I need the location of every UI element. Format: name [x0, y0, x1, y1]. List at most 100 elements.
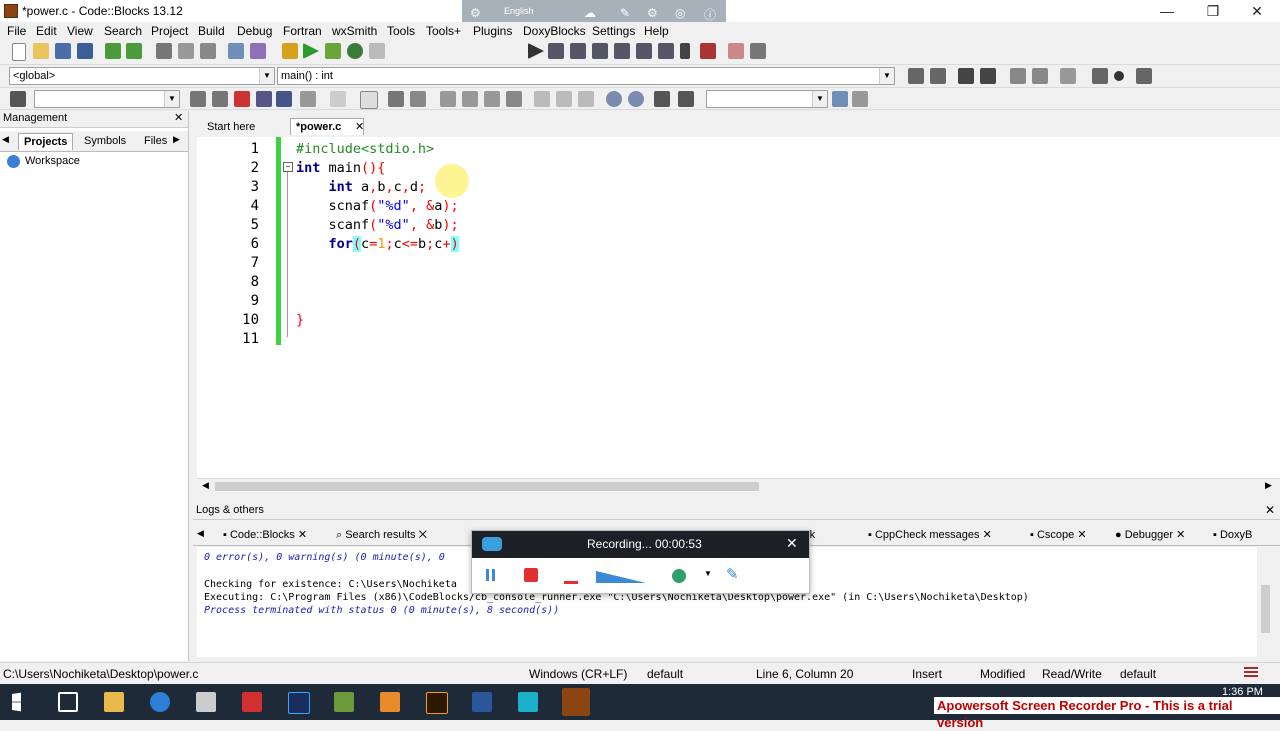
- app-teal-icon[interactable]: [518, 692, 538, 712]
- debug-info-icon[interactable]: [750, 43, 766, 59]
- dropdown-arrow-icon[interactable]: ▼: [704, 569, 712, 578]
- find-symbol-icon[interactable]: [832, 91, 848, 107]
- gear-icon[interactable]: ⚙: [647, 6, 658, 20]
- info-icon[interactable]: ⓘ: [704, 6, 716, 23]
- code-editor[interactable]: 1 2 3 4 5 6 7 8 9 10 11 − #include<stdio…: [197, 137, 1280, 478]
- cursor-icon[interactable]: [330, 91, 346, 107]
- tab-search-results[interactable]: ⌕ Search results ✕: [331, 527, 432, 543]
- menu-wxsmith[interactable]: wxSmith: [332, 24, 377, 38]
- select-icon[interactable]: [256, 91, 272, 107]
- back-icon[interactable]: [190, 91, 206, 107]
- box-icon[interactable]: [534, 91, 550, 107]
- workspace-node[interactable]: Workspace: [25, 155, 80, 167]
- store-icon[interactable]: [196, 692, 216, 712]
- tab-scroll-left-icon[interactable]: ◀: [2, 134, 9, 145]
- cut-icon[interactable]: [156, 43, 172, 59]
- case-icon[interactable]: [678, 91, 694, 107]
- find-icon[interactable]: [228, 43, 244, 59]
- prev-bookmark-icon[interactable]: [1092, 68, 1108, 84]
- tab-cscope[interactable]: ▪ Cscope ✕: [1025, 527, 1092, 543]
- align-full-icon[interactable]: [506, 91, 522, 107]
- word-icon[interactable]: [472, 692, 492, 712]
- align-center-icon[interactable]: [462, 91, 478, 107]
- scroll-thumb[interactable]: [1261, 585, 1270, 633]
- new-file-icon[interactable]: [12, 43, 26, 61]
- function-select[interactable]: main() : int ▼: [277, 67, 895, 85]
- menu-tools[interactable]: Tools: [387, 24, 415, 38]
- link-icon[interactable]: ◎: [675, 6, 685, 20]
- scroll-left-icon[interactable]: ◀: [202, 480, 209, 491]
- debug-continue-icon[interactable]: [528, 43, 544, 59]
- scroll-thumb[interactable]: [215, 482, 759, 491]
- toggle-bookmark-icon[interactable]: [1114, 71, 1124, 81]
- jump-icon[interactable]: [908, 68, 924, 84]
- build-and-run-icon[interactable]: [325, 43, 341, 59]
- illustrator-icon[interactable]: [426, 692, 448, 714]
- save-all-icon[interactable]: [77, 43, 93, 59]
- save-icon[interactable]: [55, 43, 71, 59]
- highlight-icon[interactable]: [234, 91, 250, 107]
- menu-settings[interactable]: Settings: [592, 24, 635, 38]
- notepadpp-icon[interactable]: [334, 692, 354, 712]
- search-input[interactable]: ▼: [34, 90, 180, 108]
- codeblocks-taskbar-icon[interactable]: [562, 688, 590, 716]
- tab-debugger[interactable]: ● Debugger ✕: [1110, 527, 1190, 543]
- menu-build[interactable]: Build: [198, 24, 225, 38]
- restore-button[interactable]: ❐: [1190, 0, 1236, 22]
- tools-icon[interactable]: [852, 91, 868, 107]
- close-button[interactable]: ✕: [1234, 0, 1280, 22]
- box3-icon[interactable]: [578, 91, 594, 107]
- help-book-icon[interactable]: [1032, 68, 1048, 84]
- fold-marker-icon[interactable]: −: [283, 162, 293, 172]
- paste-icon[interactable]: [200, 43, 216, 59]
- next-instruction-icon[interactable]: [636, 43, 652, 59]
- photoshop-icon[interactable]: [288, 692, 310, 714]
- tab-cppcheck[interactable]: ▪ CppCheck messages ✕: [863, 527, 997, 543]
- task-view-icon[interactable]: [58, 692, 78, 712]
- menu-file[interactable]: File: [7, 24, 26, 38]
- windows-start-icon[interactable]: [12, 692, 21, 712]
- close-panel-icon[interactable]: ✕: [174, 111, 183, 124]
- tab-scroll-right-icon[interactable]: ▶: [173, 134, 180, 145]
- forward-icon[interactable]: [212, 91, 228, 107]
- clear-icon[interactable]: [10, 91, 26, 107]
- redo-icon[interactable]: [126, 43, 142, 59]
- menu-tools-plus[interactable]: Tools+: [426, 24, 461, 38]
- step-out-icon[interactable]: [614, 43, 630, 59]
- xampp-icon[interactable]: [380, 692, 400, 712]
- zoom-out-icon[interactable]: [628, 91, 644, 107]
- stop-debug-icon[interactable]: [700, 43, 716, 59]
- abort-icon[interactable]: [369, 43, 385, 59]
- editor-hscrollbar[interactable]: ◀ ▶: [197, 478, 1280, 494]
- edge-browser-icon[interactable]: [150, 692, 170, 712]
- tab-symbols[interactable]: Symbols: [79, 133, 131, 149]
- next-line-icon[interactable]: [570, 43, 586, 59]
- tab-files[interactable]: Files: [139, 133, 172, 149]
- tab-codeblocks-log[interactable]: ▪ Code::Blocks ✕: [218, 527, 312, 543]
- logs-vscrollbar[interactable]: [1258, 547, 1273, 657]
- menu-view[interactable]: View: [67, 24, 93, 38]
- tab-scroll-left-icon[interactable]: ◀: [197, 528, 204, 539]
- pause-icon[interactable]: [680, 43, 690, 59]
- app-red-icon[interactable]: [242, 692, 262, 712]
- pause-recording-icon[interactable]: [486, 569, 489, 581]
- image-icon[interactable]: [388, 91, 404, 107]
- menu-project[interactable]: Project: [151, 24, 188, 38]
- settings-icon[interactable]: ⚙: [470, 6, 481, 20]
- menu-doxyblocks[interactable]: DoxyBlocks: [523, 24, 586, 38]
- volume-icon[interactable]: [596, 571, 646, 583]
- pen-icon[interactable]: ✎: [726, 565, 739, 583]
- menu-fortran[interactable]: Fortran: [283, 24, 322, 38]
- run-icon[interactable]: [303, 43, 319, 59]
- scroll-right-icon[interactable]: ▶: [1265, 480, 1272, 491]
- text-icon[interactable]: [276, 91, 292, 107]
- menu-help[interactable]: Help: [644, 24, 669, 38]
- copy-icon[interactable]: [178, 43, 194, 59]
- align-left-icon[interactable]: [440, 91, 456, 107]
- build-gear-icon[interactable]: [282, 43, 298, 59]
- open-folder-icon[interactable]: [33, 43, 49, 59]
- box2-icon[interactable]: [556, 91, 572, 107]
- regex-icon[interactable]: [300, 91, 316, 107]
- undo-icon[interactable]: [105, 43, 121, 59]
- recorder-close-button[interactable]: ✕: [786, 535, 798, 552]
